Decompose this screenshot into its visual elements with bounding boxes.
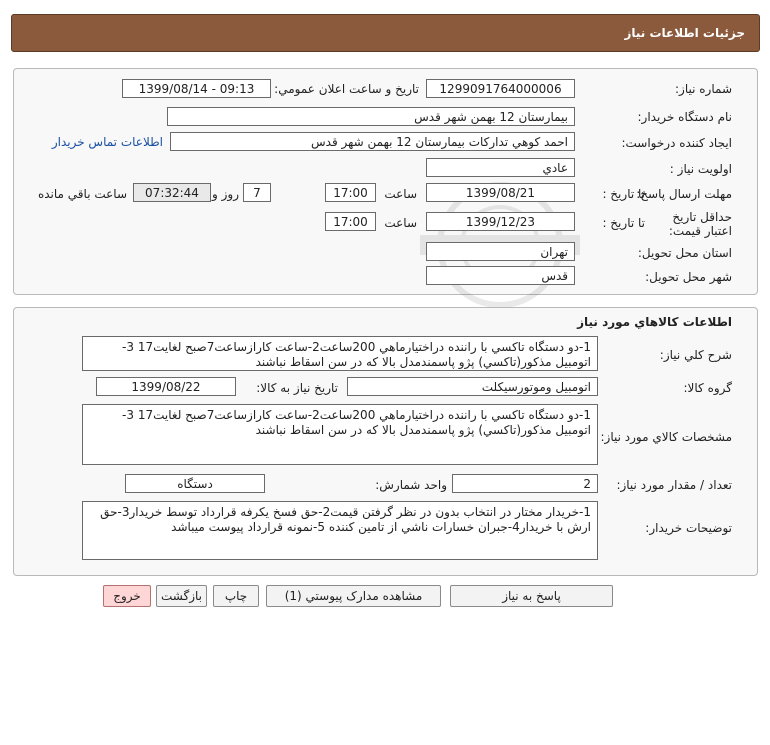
view-attachments-button[interactable]: مشاهده مدارک پيوستي (1) (266, 585, 441, 607)
validity-time-field: 17:00 (325, 212, 376, 231)
priority-label: اولويت نياز : (669, 162, 732, 176)
deadline-time-label: ساعت (384, 187, 417, 201)
specs-text: 1-دو دستگاه تاکسي با راننده دراختيارماهي… (82, 404, 598, 465)
province-field: تهران (426, 242, 575, 261)
reply-button[interactable]: پاسخ به نياز (450, 585, 613, 607)
need-date-label: تاريخ نياز به کالا: (256, 381, 338, 395)
summary-label: شرح کلي نياز: (659, 348, 732, 362)
qty-field: 2 (452, 474, 598, 493)
province-label: استان محل تحويل: (637, 246, 732, 260)
city-label: شهر محل تحويل: (645, 270, 732, 284)
validity-date-field: 1399/12/23 (426, 212, 575, 231)
validity-until-label: تا تاريخ : (602, 216, 645, 230)
creator-label: ايجاد کننده درخواست: (621, 136, 732, 150)
qty-label: تعداد / مقدار مورد نياز: (616, 478, 732, 492)
specs-label: مشخصات کالاي مورد نياز: (600, 430, 732, 444)
days-remaining-field: 7 (243, 183, 271, 202)
print-button[interactable]: چاپ (213, 585, 259, 607)
goods-group-label: گروه کالا: (683, 381, 733, 395)
validity-label: حداقل تاريخ اعتبار قيمت: (668, 210, 732, 238)
deadline-until-label: تا تاريخ : (602, 187, 645, 201)
page-header: جزئيات اطلاعات نياز (11, 14, 760, 52)
buyer-notes-text: 1-خريدار مختار در انتخاب بدون در نظر گرف… (82, 501, 598, 560)
deadline-time-field: 17:00 (325, 183, 376, 202)
need-date-field: 1399/08/22 (96, 377, 236, 396)
unit-label: واحد شمارش: (375, 478, 447, 492)
remaining-time-field: 07:32:44 (133, 183, 211, 202)
buyer-contact-link[interactable]: اطلاعات تماس خريدار (52, 135, 163, 149)
page-title: جزئيات اطلاعات نياز (624, 26, 745, 40)
summary-text: 1-دو دستگاه تاکسي با راننده دراختيارماهي… (82, 336, 598, 371)
deadline-date-field: 1399/08/21 (426, 183, 575, 202)
need-info-panel (13, 68, 758, 295)
creator-field: احمد کوهي تدارکات بيمارستان 12 بهمن شهر … (170, 132, 575, 151)
city-field: قدس (426, 266, 575, 285)
goods-section-title: اطلاعات کالاهاي مورد نياز (577, 315, 732, 329)
announce-label: تاريخ و ساعت اعلان عمومي: (274, 82, 419, 96)
days-label: روز و (212, 187, 239, 201)
buyer-org-field: بيمارستان 12 بهمن شهر قدس (167, 107, 575, 126)
exit-button[interactable]: خروج (103, 585, 151, 607)
goods-group-field: اتومبيل وموتورسيکلت (347, 377, 598, 396)
back-button[interactable]: بازگشت (156, 585, 207, 607)
priority-field: عادي (426, 158, 575, 177)
buyer-notes-label: توضيحات خريدار: (645, 521, 732, 535)
unit-field: دستگاه (125, 474, 265, 493)
remaining-label: ساعت باقي مانده (37, 187, 127, 201)
buyer-org-label: نام دستگاه خريدار: (637, 110, 733, 124)
need-number-label: شماره نياز: (675, 82, 732, 96)
deadline-label: مهلت ارسال پاسخ: (636, 187, 732, 201)
announce-field: 1399/08/14 - 09:13 (122, 79, 271, 98)
need-number-field: 1299091764000006 (426, 79, 575, 98)
validity-time-label: ساعت (384, 216, 417, 230)
